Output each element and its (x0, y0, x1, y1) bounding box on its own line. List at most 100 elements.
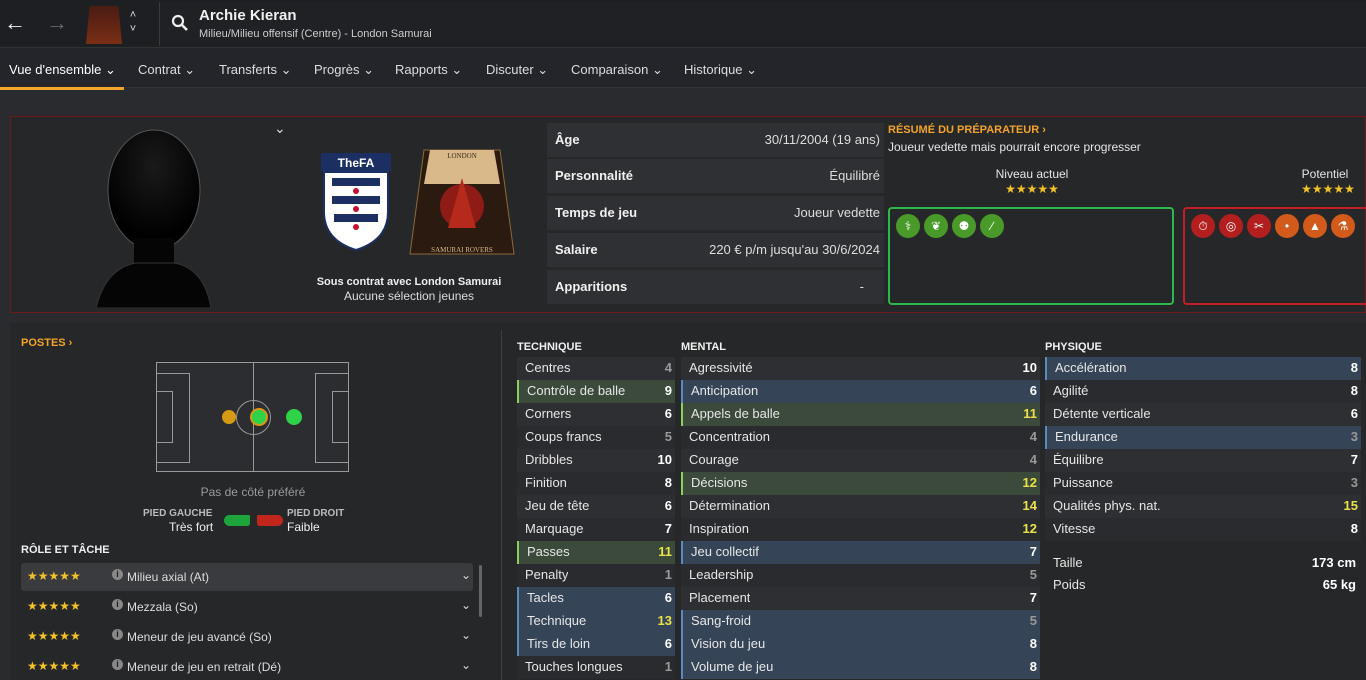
attribute-row[interactable]: Vision du jeu 8 (681, 633, 1040, 656)
attribute-row[interactable]: Détente verticale 6 (1045, 403, 1361, 426)
search-icon[interactable] (171, 14, 189, 32)
scissors-icon[interactable]: ✂ (1247, 214, 1271, 238)
role-row[interactable]: ★★★★★ i Meneur de jeu en retrait (Dé) ⌄ (21, 653, 473, 680)
attribute-name: Accélération (1055, 360, 1127, 375)
info-row-personality: Personnalité Équilibré (547, 159, 884, 193)
attribute-row[interactable]: Vitesse 8 (1045, 518, 1361, 541)
target-icon[interactable]: ◎ (1219, 214, 1243, 238)
attribute-row[interactable]: Tirs de loin 6 (517, 633, 675, 656)
attribute-row[interactable]: Sang-froid 5 (681, 610, 1040, 633)
chevron-down-icon[interactable]: ⌄ (461, 628, 471, 642)
attribute-row[interactable]: Concentration 4 (681, 426, 1040, 449)
coach-report-link[interactable]: RÉSUMÉ DU PRÉPARATEUR › (888, 124, 1046, 136)
attribute-row[interactable]: Contrôle de balle 9 (517, 380, 675, 403)
attribute-row[interactable]: Agilité 8 (1045, 380, 1361, 403)
chevron-down-icon[interactable]: ⌄ (461, 568, 471, 582)
role-row[interactable]: ★★★★★ i Meneur de jeu avancé (So) ⌄ (21, 623, 473, 651)
tab-discuss[interactable]: Discuter ⌄ (486, 62, 548, 78)
attribute-value: 5 (1029, 567, 1037, 582)
fa-logo-text: TheFA (338, 156, 375, 170)
info-icon[interactable]: i (112, 599, 123, 610)
positions-link[interactable]: POSTES › (21, 337, 72, 349)
attribute-row[interactable]: Appels de balle 11 (681, 403, 1040, 426)
attribute-value: 13 (657, 613, 672, 628)
attribute-row[interactable]: Agressivité 10 (681, 357, 1040, 380)
attribute-row[interactable]: Décisions 12 (681, 472, 1040, 495)
attribute-row[interactable]: Centres 4 (517, 357, 675, 380)
info-icon[interactable]: i (112, 659, 123, 670)
attribute-row[interactable]: Jeu de tête 6 (517, 495, 675, 518)
attribute-row[interactable]: Placement 7 (681, 587, 1040, 610)
right-boot-icon (257, 515, 283, 526)
arrow-right-icon[interactable]: → (46, 10, 68, 36)
dna-icon[interactable]: ⚕ (896, 214, 920, 238)
attribute-name: Volume de jeu (691, 659, 774, 674)
stopwatch-icon[interactable]: ⏱ (1191, 214, 1215, 238)
info-icon[interactable]: i (112, 569, 123, 580)
attribute-row[interactable]: Équilibre 7 (1045, 449, 1361, 472)
attribute-value: 4 (1029, 429, 1037, 444)
attribute-row[interactable]: Qualités phys. nat. 15 (1045, 495, 1361, 518)
roles-scrollbar[interactable] (479, 565, 482, 617)
tab-contract[interactable]: Contrat ⌄ (138, 62, 195, 78)
attribute-row[interactable]: Puissance 3 (1045, 472, 1361, 495)
right-foot-label: PIED DROIT (287, 508, 345, 519)
attribute-value: 11 (1023, 406, 1037, 421)
attribute-row[interactable]: Volume de jeu 8 (681, 656, 1040, 679)
attribute-row[interactable]: Accélération 8 (1045, 357, 1361, 380)
attribute-row[interactable]: Jeu collectif 7 (681, 541, 1040, 564)
club-crest-small[interactable] (86, 6, 122, 44)
dropdown-chevron-icon[interactable]: ⌄ (274, 120, 286, 137)
cone-icon[interactable]: ▲ (1303, 214, 1327, 238)
tab-compare[interactable]: Comparaison ⌄ (571, 62, 663, 78)
arrow-left-icon[interactable]: ← (4, 10, 26, 36)
attribute-row[interactable]: Penalty 1 (517, 564, 675, 587)
info-icon[interactable]: i (112, 629, 123, 640)
attribute-row[interactable]: Courage 4 (681, 449, 1040, 472)
info-row-salary: Salaire 220 € p/m jusqu'au 30/6/2024 (547, 233, 884, 267)
tab-transfers[interactable]: Transferts ⌄ (219, 62, 292, 78)
attribute-row[interactable]: Technique 13 (517, 610, 675, 633)
chevron-down-icon[interactable]: ⌄ (461, 658, 471, 672)
attribute-row[interactable]: Finition 8 (517, 472, 675, 495)
wings-icon[interactable]: ❦ (924, 214, 948, 238)
attribute-row[interactable]: Passes 11 (517, 541, 675, 564)
attribute-row[interactable]: Inspiration 12 (681, 518, 1040, 541)
flask-icon[interactable]: ⚗ (1331, 214, 1355, 238)
role-row[interactable]: ★★★★★ i Milieu axial (At) ⌄ (21, 563, 473, 591)
info-label: Personnalité (555, 168, 634, 183)
attribute-value: 6 (1029, 383, 1037, 398)
info-label: Salaire (555, 242, 598, 257)
attribute-name: Appels de balle (691, 406, 780, 421)
attribute-name: Qualités phys. nat. (1053, 498, 1161, 513)
attribute-row[interactable]: Touches longues 1 (517, 656, 675, 679)
weight-label: Poids (1053, 577, 1086, 592)
attribute-row[interactable]: Coups francs 5 (517, 426, 675, 449)
attribute-name: Décisions (691, 475, 748, 490)
chevron-down-icon[interactable]: ⌄ (461, 598, 471, 612)
attribute-value: 11 (658, 544, 672, 559)
attribute-row[interactable]: Leadership 5 (681, 564, 1040, 587)
tab-history[interactable]: Historique ⌄ (684, 62, 757, 78)
role-name: Mezzala (So) (127, 600, 198, 614)
coach-report-desc: Joueur vedette mais pourrait encore prog… (888, 140, 1141, 154)
tab-overview[interactable]: Vue d'ensemble ⌄ (0, 62, 124, 90)
attribute-value: 6 (664, 498, 672, 513)
brain-icon[interactable]: ⚉ (952, 214, 976, 238)
foot-icon[interactable]: • (1275, 214, 1299, 238)
attribute-row[interactable]: Dribbles 10 (517, 449, 675, 472)
attribute-row[interactable]: Anticipation 6 (681, 380, 1040, 403)
tab-reports[interactable]: Rapports ⌄ (395, 62, 462, 78)
bone-icon[interactable]: ∕ (980, 214, 1004, 238)
chevron-updown-icon[interactable]: ˄ ˅ (127, 8, 139, 36)
attribute-row[interactable]: Détermination 14 (681, 495, 1040, 518)
attribute-row[interactable]: Marquage 7 (517, 518, 675, 541)
attribute-row[interactable]: Tacles 6 (517, 587, 675, 610)
attribute-row[interactable]: Corners 6 (517, 403, 675, 426)
attribute-value: 6 (1350, 406, 1358, 421)
attribute-row[interactable]: Endurance 3 (1045, 426, 1361, 449)
role-row[interactable]: ★★★★★ i Mezzala (So) ⌄ (21, 593, 473, 621)
tab-progress[interactable]: Progrès ⌄ (314, 62, 374, 78)
attribute-name: Sang-froid (691, 613, 751, 628)
position-dot-am (286, 409, 302, 425)
